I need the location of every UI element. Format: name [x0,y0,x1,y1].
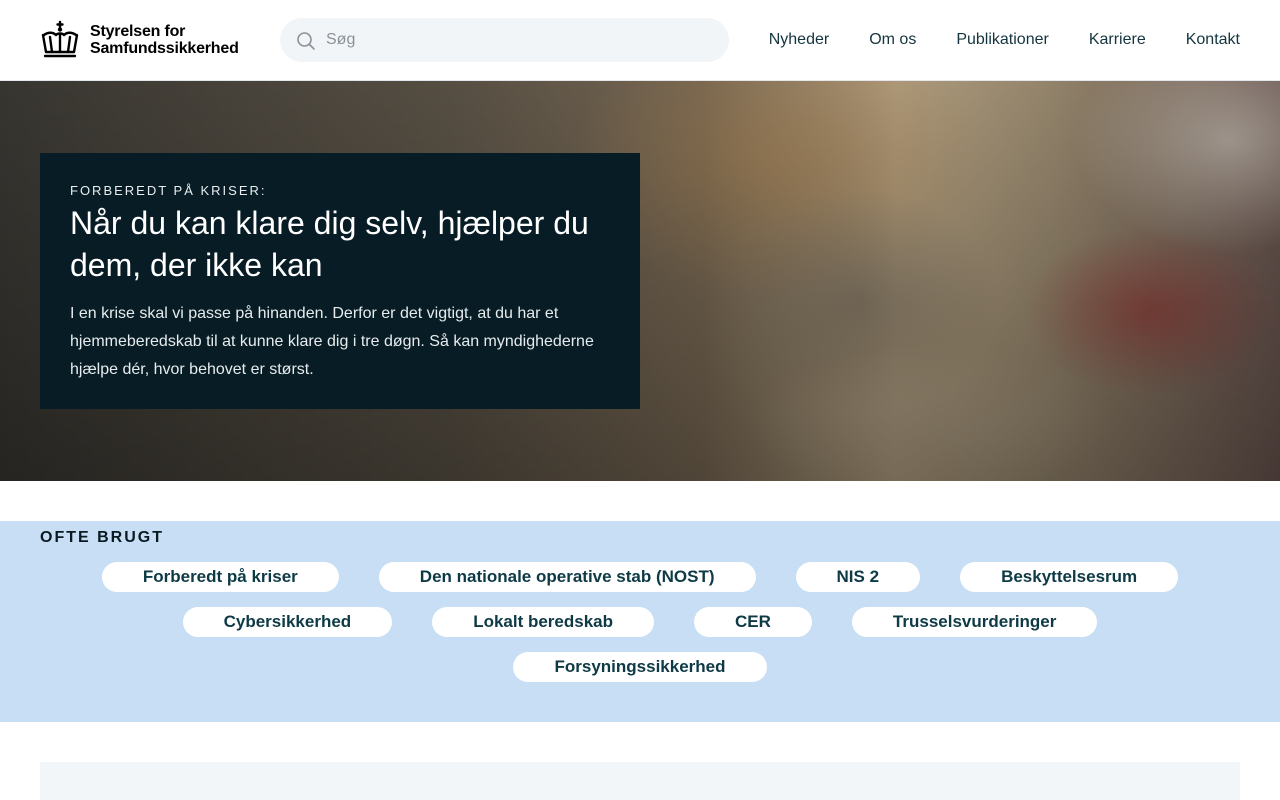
nav-link-karriere[interactable]: Karriere [1089,31,1146,49]
nav-link-kontakt[interactable]: Kontakt [1186,31,1240,49]
site-logo[interactable]: Styrelsen for Samfundssikkerhed [40,20,239,60]
search-input[interactable] [326,18,716,62]
pill-cybersikkerhed[interactable]: Cybersikkerhed [182,607,393,637]
hero-banner: FORBEREDT PÅ KRISER: Når du kan klare di… [0,81,1280,481]
hero-title[interactable]: Når du kan klare dig selv, hjælper du de… [70,202,610,286]
logo-wordmark: Styrelsen for Samfundssikkerhed [90,23,239,57]
pill-nost[interactable]: Den nationale operative stab (NOST) [378,562,756,592]
nav-link-publikationer[interactable]: Publikationer [956,31,1049,49]
pill-lokalt-beredskab[interactable]: Lokalt beredskab [432,607,655,637]
content-card [40,762,1240,800]
pill-forberedt-paa-kriser[interactable]: Forberedt på kriser [101,562,339,592]
pill-beskyttelsesrum[interactable]: Beskyttelsesrum [960,562,1179,592]
hero-text-box[interactable]: FORBEREDT PÅ KRISER: Når du kan klare di… [40,153,640,409]
pill-nis-2[interactable]: NIS 2 [795,562,921,592]
often-used-title: OFTE BRUGT [40,529,164,546]
hero-kicker: FORBEREDT PÅ KRISER: [70,183,267,198]
nav-link-om-os[interactable]: Om os [869,31,916,49]
logo-line-1: Styrelsen for [90,23,186,40]
pill-row-2: Cybersikkerhed Lokalt beredskab CER Trus… [0,607,1280,637]
crown-logo-icon [41,20,79,58]
search-box [280,18,729,62]
pill-trusselsvurderinger[interactable]: Trusselsvurderinger [851,607,1098,637]
often-used-section: OFTE BRUGT Forberedt på kriser Den natio… [0,521,1280,722]
hero-text: I en krise skal vi passe på hinanden. De… [70,305,594,378]
search-icon[interactable] [296,31,316,51]
pill-forsyningssikkerhed[interactable]: Forsyningssikkerhed [513,652,767,682]
pill-cer[interactable]: CER [694,607,812,637]
nav-link-nyheder[interactable]: Nyheder [769,31,829,49]
main-nav: Nyheder Om os Publikationer Karriere Kon… [769,0,1240,80]
site-header: Styrelsen for Samfundssikkerhed Nyheder … [0,0,1280,81]
pill-row-3: Forsyningssikkerhed [0,652,1280,682]
logo-line-2: Samfundssikkerhed [90,40,239,57]
pill-row-1: Forberedt på kriser Den nationale operat… [0,562,1280,592]
